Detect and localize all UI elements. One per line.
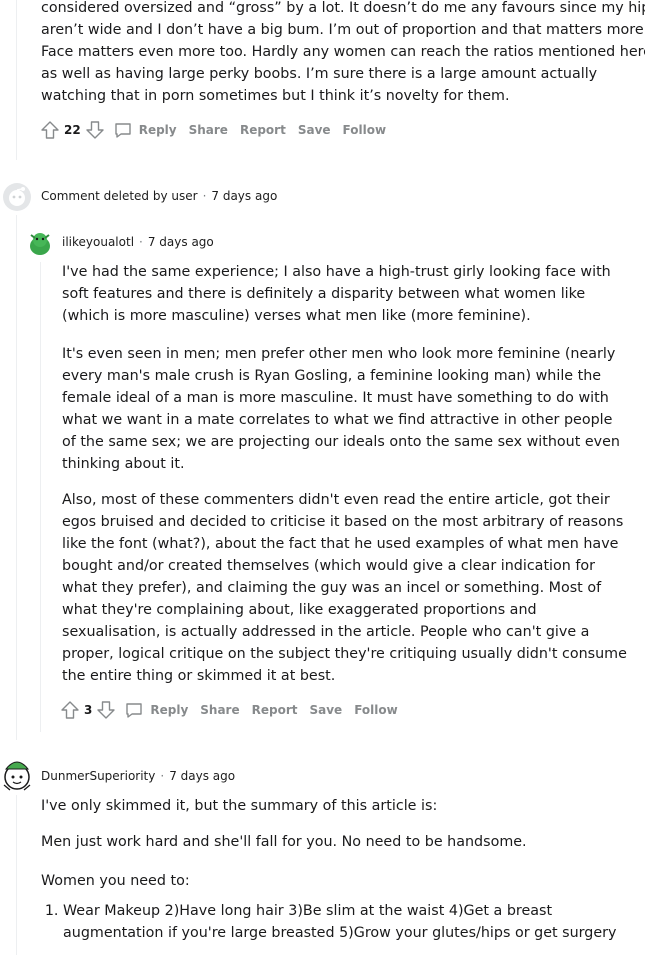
thread-line-reply1[interactable] bbox=[40, 262, 41, 732]
reply-meta: ilikeyoualotl · 7 days ago bbox=[62, 235, 214, 249]
comment-paragraph: Also, most of these commenters didn't ev… bbox=[62, 492, 627, 684]
meta-separator: · bbox=[202, 189, 207, 203]
reply-label[interactable]: Reply bbox=[150, 703, 188, 717]
save-button[interactable]: Save bbox=[309, 703, 342, 717]
share-button[interactable]: Share bbox=[200, 703, 239, 717]
vote-controls: 3 bbox=[60, 700, 116, 720]
upvote-icon[interactable] bbox=[60, 700, 80, 720]
vote-score: 3 bbox=[84, 703, 93, 717]
comment-bubble-icon bbox=[124, 700, 144, 720]
comment-paragraph: I've only skimmed it, but the summary of… bbox=[41, 798, 438, 814]
comment-action-bar: 3 Reply Share Report Save Follow bbox=[60, 698, 398, 722]
thread-line-reply2[interactable] bbox=[16, 795, 17, 955]
deleted-comment-label: Comment deleted by user bbox=[41, 189, 198, 203]
reply-button[interactable]: Reply bbox=[124, 700, 188, 720]
comment-text-line: aren’t wide and I don’t have a big bum. … bbox=[41, 22, 645, 38]
reply-button[interactable]: Reply bbox=[113, 120, 177, 140]
vote-score: 22 bbox=[64, 123, 81, 137]
comment-paragraph: It's even seen in men; men prefer other … bbox=[62, 346, 620, 472]
follow-button[interactable]: Follow bbox=[354, 703, 398, 717]
meta-separator: · bbox=[160, 769, 165, 783]
comment-paragraph: Men just work hard and she'll fall for y… bbox=[41, 834, 527, 850]
meta-separator: · bbox=[139, 235, 143, 249]
vote-controls: 22 bbox=[40, 120, 105, 140]
thread-line-deleted[interactable] bbox=[16, 215, 17, 740]
thread-line-top[interactable] bbox=[16, 0, 17, 160]
comment-text-line: as well as having large perky boobs. I’m… bbox=[41, 66, 598, 82]
comment-text-line: Face matters even more too. Hardly any w… bbox=[41, 44, 645, 60]
downvote-icon[interactable] bbox=[96, 700, 116, 720]
deleted-comment-meta: Comment deleted by user · 7 days ago bbox=[41, 189, 277, 203]
reply-label[interactable]: Reply bbox=[139, 123, 177, 137]
share-button[interactable]: Share bbox=[189, 123, 228, 137]
report-button[interactable]: Report bbox=[252, 703, 298, 717]
comment-timestamp[interactable]: 7 days ago bbox=[211, 189, 277, 203]
avatar[interactable] bbox=[2, 757, 32, 791]
comment-bubble-icon bbox=[113, 120, 133, 140]
comment-text-line: considered oversized and “gross” by a lo… bbox=[41, 0, 645, 16]
avatar[interactable] bbox=[26, 229, 54, 257]
comment-paragraph: I've had the same experience; I also hav… bbox=[62, 264, 611, 324]
save-button[interactable]: Save bbox=[298, 123, 331, 137]
comment-timestamp[interactable]: 7 days ago bbox=[169, 769, 235, 783]
upvote-icon[interactable] bbox=[40, 120, 60, 140]
report-button[interactable]: Report bbox=[240, 123, 286, 137]
comment-action-bar: 22 Reply Share Report Save Follow bbox=[40, 118, 386, 142]
downvote-icon[interactable] bbox=[85, 120, 105, 140]
reply-meta: DunmerSuperiority · 7 days ago bbox=[41, 769, 235, 783]
deleted-user-avatar[interactable] bbox=[3, 183, 31, 211]
comment-timestamp[interactable]: 7 days ago bbox=[148, 235, 214, 249]
username[interactable]: ilikeyoualotl bbox=[62, 235, 134, 249]
follow-button[interactable]: Follow bbox=[343, 123, 387, 137]
list-item: Wear Makeup 2)Have long hair 3)Be slim a… bbox=[63, 900, 628, 944]
comment-text-line: watching that in porn sometimes but I th… bbox=[41, 88, 510, 104]
numbered-list: Wear Makeup 2)Have long hair 3)Be slim a… bbox=[41, 900, 628, 944]
comment-paragraph: Women you need to: bbox=[41, 873, 190, 889]
username[interactable]: DunmerSuperiority bbox=[41, 769, 155, 783]
